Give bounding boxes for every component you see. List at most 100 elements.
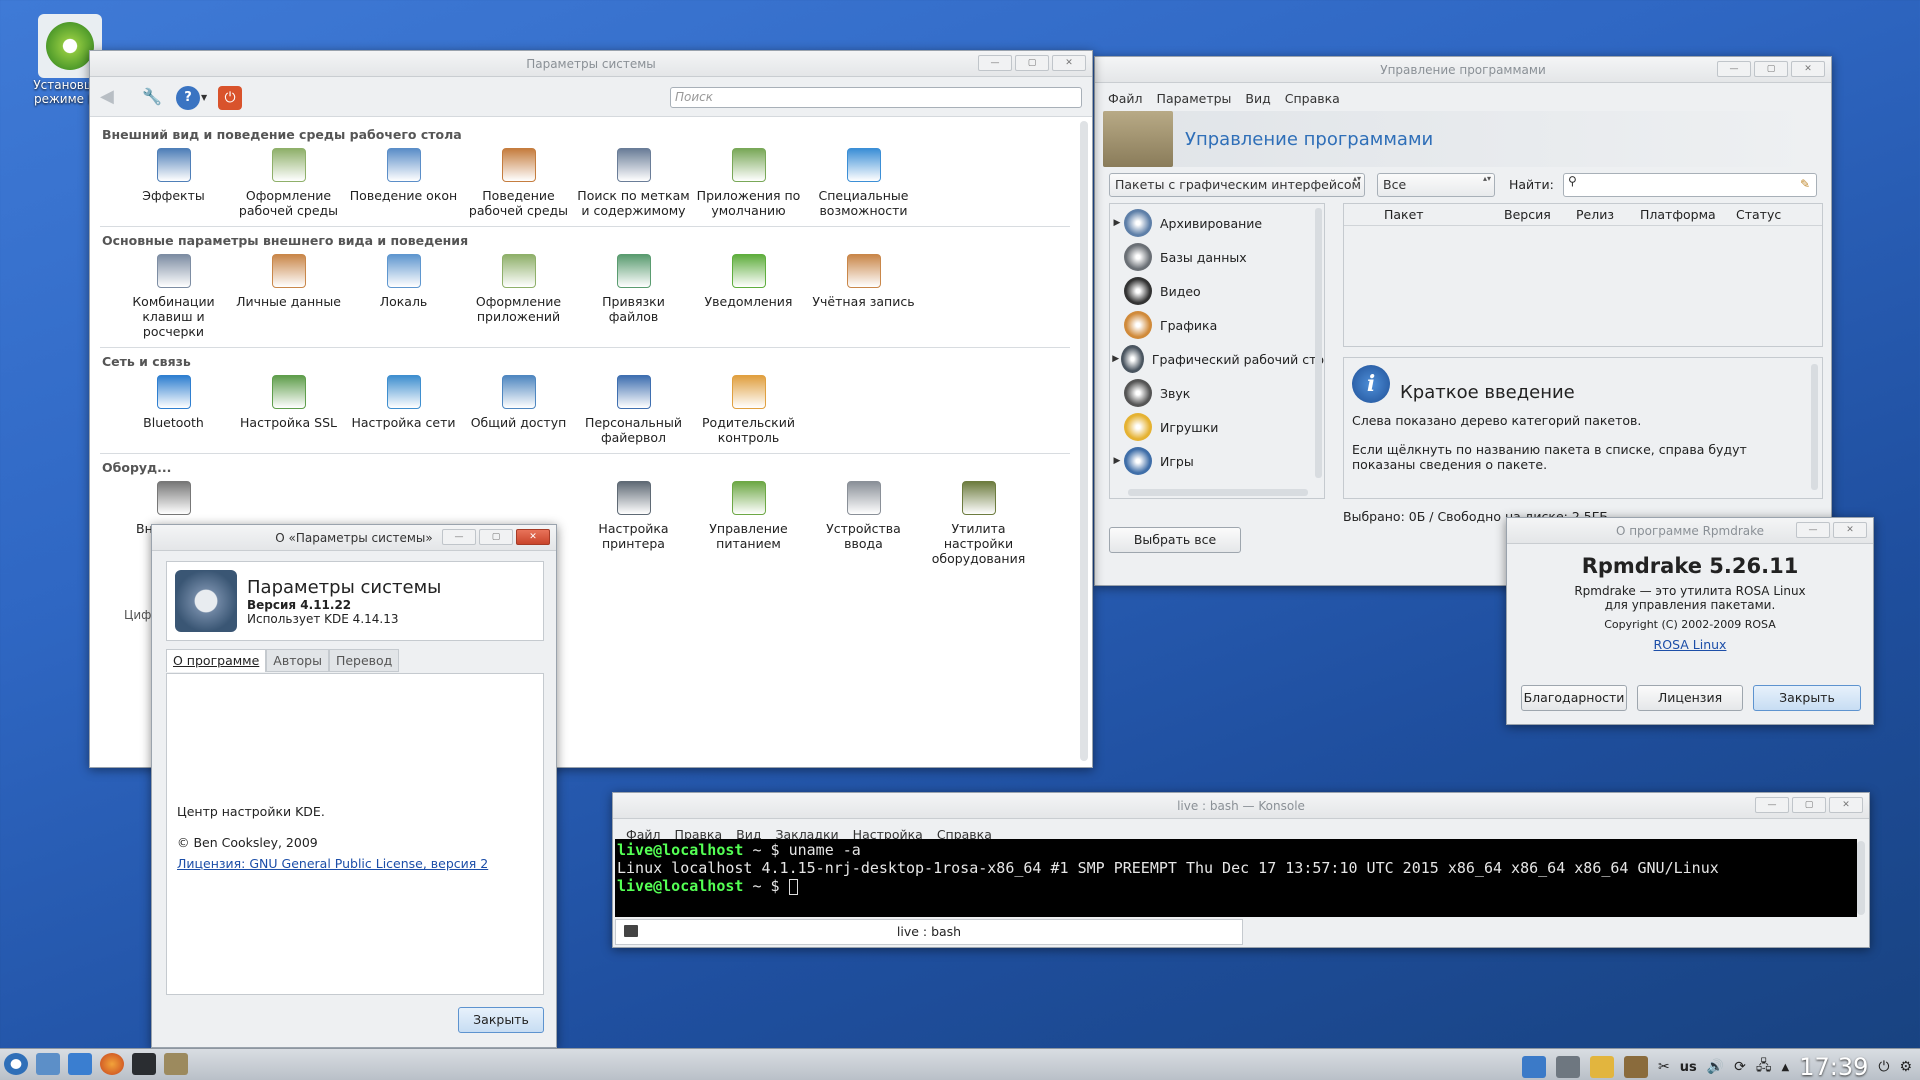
update-icon[interactable]: ⟳ — [1734, 1059, 1746, 1075]
konsole-tab[interactable]: live : bash — [615, 919, 1243, 945]
keyboard-icon[interactable] — [1555, 1056, 1580, 1078]
help-icon[interactable]: ? — [176, 86, 200, 110]
package-type-filter[interactable]: Пакеты с графическим интерфейсом — [1109, 173, 1365, 197]
menu-view[interactable]: Вид — [1238, 91, 1277, 106]
settings-module[interactable]: Уведомления — [691, 254, 806, 339]
col-version[interactable]: Версия — [1504, 204, 1576, 225]
clear-icon[interactable]: ✎ — [1800, 177, 1810, 191]
close-button[interactable]: ✕ — [1833, 522, 1867, 538]
tree-item[interactable]: Звук — [1110, 376, 1324, 410]
settings-module[interactable]: Оформление приложений — [461, 254, 576, 339]
terminal-launcher-icon[interactable] — [132, 1053, 156, 1075]
quit-icon[interactable]: ⏻ — [218, 86, 242, 110]
settings-module[interactable]: Общий доступ — [461, 375, 576, 445]
terminal-area[interactable]: live@localhost ~ $ uname -a Linux localh… — [615, 839, 1857, 917]
maximize-button[interactable]: ▢ — [1792, 797, 1826, 813]
minimize-button[interactable]: — — [978, 55, 1012, 71]
settings-module[interactable]: Комбинации клавиш и росчерки — [116, 254, 231, 339]
settings-module[interactable]: Эффекты — [116, 148, 231, 218]
info-scrollbar[interactable] — [1811, 364, 1818, 490]
scissors-icon[interactable]: ✂ — [1658, 1059, 1670, 1075]
settings-module[interactable]: Персональный файервол — [576, 375, 691, 445]
settings-module[interactable]: Управление питанием — [691, 481, 806, 566]
settings-module[interactable]: Поиск по меткам и содержимому — [576, 148, 691, 218]
tree-scrollbar[interactable] — [1315, 208, 1322, 478]
minimize-button[interactable]: — — [1717, 61, 1751, 77]
settings-module[interactable]: Привязки файлов — [576, 254, 691, 339]
shutdown-icon[interactable]: ⏻ — [1878, 1059, 1889, 1075]
settings-module[interactable]: Личные данные — [231, 254, 346, 339]
about-rpmdrake-titlebar[interactable]: О программе Rpmdrake — ✕ — [1507, 518, 1873, 544]
tree-item[interactable]: ▶ Игры — [1110, 444, 1324, 478]
expand-icon[interactable]: ▶ — [1110, 218, 1124, 228]
license-button[interactable]: Лицензия — [1637, 685, 1743, 711]
tree-hscrollbar[interactable] — [1128, 489, 1308, 496]
tree-item[interactable]: Базы данных — [1110, 240, 1324, 274]
col-package[interactable]: Пакет — [1364, 204, 1504, 225]
minimize-button[interactable]: — — [442, 529, 476, 545]
firefox-icon[interactable] — [100, 1053, 124, 1075]
col-platform[interactable]: Платформа — [1640, 204, 1736, 225]
expand-icon[interactable]: ▶ — [1110, 456, 1124, 466]
settings-module[interactable]: Настройка сети — [346, 375, 461, 445]
select-all-button[interactable]: Выбрать все — [1109, 527, 1241, 553]
package-table[interactable]: Пакет Версия Релиз Платформа Статус — [1343, 203, 1823, 347]
about-license-link[interactable]: Лицензия: GNU General Public License, ве… — [177, 856, 533, 871]
search-input[interactable]: Поиск — [670, 87, 1082, 108]
settings-module[interactable]: Поведение окон — [346, 148, 461, 218]
clipboard-icon[interactable] — [1623, 1056, 1648, 1078]
menu-options[interactable]: Параметры — [1150, 91, 1239, 106]
about-close-button[interactable]: Закрыть — [458, 1007, 544, 1033]
minimize-button[interactable]: — — [1755, 797, 1789, 813]
col-release[interactable]: Релиз — [1576, 204, 1640, 225]
close-button[interactable]: ✕ — [1791, 61, 1825, 77]
rpmdrake-close-button[interactable]: Закрыть — [1753, 685, 1861, 711]
chevron-down-icon[interactable]: ▼ — [201, 93, 207, 102]
settings-module[interactable]: Учётная запись — [806, 254, 921, 339]
close-button[interactable]: ✕ — [516, 529, 550, 545]
konsole-titlebar[interactable]: live : bash — Konsole — ▢ ✕ — [613, 793, 1869, 819]
settings-module[interactable]: Утилита настройки оборудования — [921, 481, 1036, 566]
rpmdrake-titlebar[interactable]: Управление программами — ▢ ✕ — [1095, 57, 1831, 83]
maximize-button[interactable]: ▢ — [479, 529, 513, 545]
close-button[interactable]: ✕ — [1829, 797, 1863, 813]
credits-button[interactable]: Благодарности — [1521, 685, 1627, 711]
tree-item[interactable]: ▶ Графический рабочий сто — [1110, 342, 1324, 376]
maximize-button[interactable]: ▢ — [1015, 55, 1049, 71]
package-status-filter[interactable]: Все — [1377, 173, 1495, 197]
software-icon[interactable] — [164, 1053, 188, 1075]
screenshot-icon[interactable] — [1521, 1056, 1546, 1078]
tab-translation[interactable]: Перевод — [328, 649, 400, 672]
rosa-linux-link[interactable]: ROSA Linux — [1507, 637, 1873, 652]
tree-item[interactable]: Игрушки — [1110, 410, 1324, 444]
settings-module[interactable]: Родительский контроль — [691, 375, 806, 445]
keyboard-layout[interactable]: us — [1680, 1060, 1697, 1075]
settings-module[interactable]: Приложения по умолчанию — [691, 148, 806, 218]
close-button[interactable]: ✕ — [1052, 55, 1086, 71]
menu-help[interactable]: Справка — [1278, 91, 1347, 106]
menu-file[interactable]: Файл — [1101, 91, 1150, 106]
start-menu-icon[interactable] — [4, 1053, 28, 1075]
settings-module[interactable]: Оформление рабочей среды — [231, 148, 346, 218]
clock[interactable]: 17:39 — [1799, 1053, 1868, 1080]
settings-scrollbar[interactable] — [1080, 121, 1088, 761]
tab-about[interactable]: О программе — [166, 649, 267, 672]
volume-icon[interactable]: 🔊 — [1707, 1059, 1724, 1075]
settings-module[interactable]: Настройка принтера — [576, 481, 691, 566]
tree-item[interactable]: ▶ Архивирование — [1110, 206, 1324, 240]
terminal-scrollbar[interactable] — [1857, 841, 1865, 915]
col-status[interactable]: Статус — [1736, 204, 1816, 225]
settings-module[interactable]: Специальные возможности — [806, 148, 921, 218]
notes-icon[interactable] — [1589, 1056, 1614, 1078]
minimize-button[interactable]: — — [1796, 522, 1830, 538]
tab-authors[interactable]: Авторы — [266, 649, 329, 672]
file-manager-icon[interactable] — [36, 1053, 60, 1075]
about-dialog-titlebar[interactable]: О «Параметры системы» — ▢ ✕ — [152, 525, 556, 551]
settings-module[interactable]: Локаль — [346, 254, 461, 339]
show-desktop-icon[interactable]: ⚙ — [1899, 1059, 1912, 1075]
editor-icon[interactable] — [68, 1053, 92, 1075]
settings-module[interactable]: Поведение рабочей среды — [461, 148, 576, 218]
maximize-button[interactable]: ▢ — [1754, 61, 1788, 77]
back-icon[interactable]: ◀ — [100, 87, 122, 107]
settings-module[interactable]: Bluetooth — [116, 375, 231, 445]
